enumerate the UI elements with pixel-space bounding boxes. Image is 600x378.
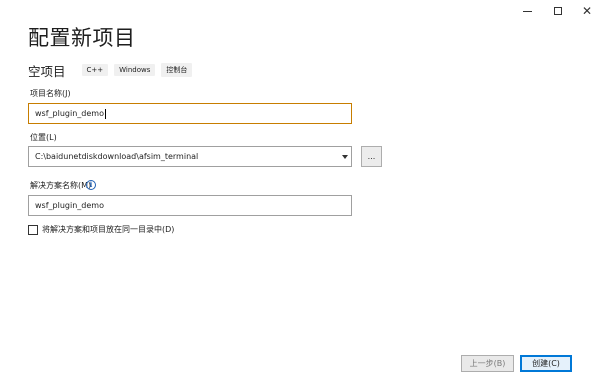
info-icon[interactable]: i (86, 180, 96, 190)
configure-project-window: ✕ 配置新项目 空项目 C++ Windows 控制台 项目名称(J) wsf_… (0, 0, 600, 378)
browse-button[interactable]: ... (361, 146, 382, 167)
maximize-icon (554, 7, 562, 15)
same-directory-option[interactable]: 将解决方案和项目放在同一目录中(D) (28, 224, 174, 235)
location-value: C:\baidunetdiskdownload\afsim_terminal (35, 152, 199, 161)
template-tag: C++ (81, 64, 109, 76)
same-directory-checkbox[interactable] (28, 224, 38, 235)
same-directory-label: 将解决方案和项目放在同一目录中(D) (42, 225, 175, 234)
template-name: 空项目 (28, 63, 66, 79)
project-name-value: wsf_plugin_demo (35, 109, 104, 118)
location-label: 位置(L) (30, 133, 57, 142)
template-tag: Windows (114, 64, 156, 76)
solution-name-input[interactable]: wsf_plugin_demo (28, 195, 352, 216)
template-tag: 控制台 (161, 63, 193, 77)
close-icon: ✕ (581, 4, 593, 18)
close-button[interactable]: ✕ (570, 0, 600, 22)
project-name-label: 项目名称(J) (30, 89, 71, 98)
chevron-down-icon[interactable] (342, 155, 348, 159)
back-button[interactable]: 上一步(B) (461, 355, 514, 372)
create-button[interactable]: 创建(C) (520, 355, 572, 372)
location-combobox[interactable]: C:\baidunetdiskdownload\afsim_terminal (28, 146, 352, 167)
solution-name-value: wsf_plugin_demo (35, 201, 104, 210)
text-caret (104, 108, 106, 119)
minimize-button[interactable] (510, 0, 544, 22)
page-title: 配置新项目 (28, 26, 136, 50)
template-info: 空项目 C++ Windows 控制台 (28, 62, 193, 79)
solution-name-label: 解决方案名称(M) (30, 181, 92, 190)
minimize-icon (522, 10, 532, 12)
project-name-input[interactable]: wsf_plugin_demo (28, 103, 352, 124)
